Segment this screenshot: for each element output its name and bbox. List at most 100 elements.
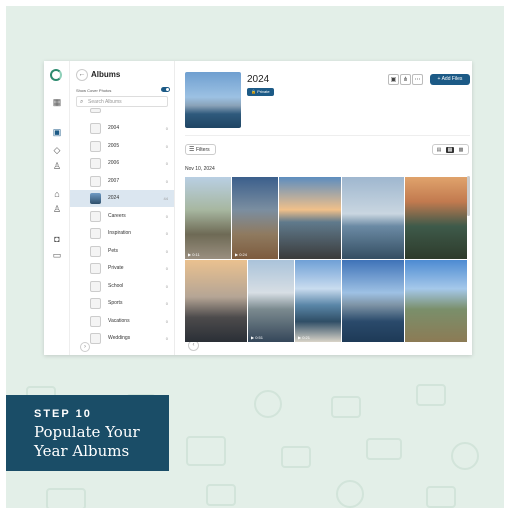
album-thumbnail: [90, 263, 101, 274]
album-thumbnail: [90, 108, 101, 113]
lock-button[interactable]: ▣: [388, 74, 399, 85]
album-count: 0: [165, 283, 168, 289]
album-thumbnail: [90, 140, 101, 152]
album-count: 0: [165, 161, 168, 166]
album-thumbnail: [90, 298, 101, 309]
album-view: 2024 🔒 Private ▣ ⋔ ⋯ + Add Files ☰ Filter…: [175, 61, 472, 355]
album-name: Sports: [108, 300, 123, 306]
album-thumbnail: [90, 175, 101, 187]
photo-tile[interactable]: [279, 177, 341, 259]
step-label: STEP 10: [34, 408, 92, 420]
album-name: Private: [108, 265, 124, 271]
person-icon[interactable]: ♙: [52, 161, 62, 171]
album-thumbnail: [90, 210, 101, 222]
tree-icon[interactable]: ⌂: [52, 189, 62, 199]
album-thumbnail: [90, 228, 101, 239]
photo-tile[interactable]: [405, 260, 467, 342]
albums-icon[interactable]: ▣: [52, 127, 62, 137]
share-button[interactable]: ⋔: [400, 74, 411, 85]
photo-tile[interactable]: [185, 260, 247, 342]
video-duration: ▶ 0:21: [298, 335, 310, 340]
nav-rail: ▦ ▣ ◇ ♙ ⌂ ♙ ◘ ▭: [44, 61, 70, 355]
photo-tile[interactable]: ▶ 0:21: [295, 260, 341, 342]
album-item[interactable]: Vacations 0: [70, 313, 174, 330]
album-thumbnail: [90, 245, 101, 257]
photo-tile[interactable]: [342, 177, 404, 259]
album-thumbnail: [90, 315, 101, 327]
album-name: Careers: [108, 212, 126, 219]
album-item[interactable]: 2004 0: [70, 120, 174, 137]
camera-icon[interactable]: ◘: [52, 234, 62, 244]
private-badge: 🔒 Private: [247, 88, 274, 96]
grid-view-icon[interactable]: ▦: [446, 147, 454, 153]
album-name: Inspiration: [108, 230, 132, 236]
album-count: 0: [165, 126, 168, 131]
album-count: 0: [165, 301, 168, 306]
people-icon[interactable]: ♙: [52, 204, 62, 214]
album-item[interactable]: School 0: [70, 278, 174, 295]
album-count: 0: [165, 318, 168, 324]
album-item[interactable]: Pets 0: [70, 243, 174, 260]
album-item[interactable]: 2024 44: [70, 190, 174, 207]
photo-tile[interactable]: [342, 260, 404, 342]
album-search-input[interactable]: ⌕ Search Albums: [76, 96, 168, 107]
app-logo[interactable]: [50, 69, 62, 81]
photo-tile[interactable]: ▶ 0:11: [185, 177, 231, 259]
album-item[interactable]: 2005 0: [70, 138, 174, 155]
photo-tile[interactable]: ▶ 0:24: [232, 177, 278, 259]
album-name: 2024: [108, 195, 120, 201]
album-thumbnail: [90, 123, 101, 134]
album-item[interactable]: Private 0: [70, 260, 174, 277]
album-name: Weddings: [108, 335, 131, 341]
back-arrow-icon[interactable]: ←: [76, 69, 88, 81]
app-window: ▦ ▣ ◇ ♙ ⌂ ♙ ◘ ▭ ← Albums Show Cover Photo…: [44, 61, 472, 355]
card-background: ▦ ▣ ◇ ♙ ⌂ ♙ ◘ ▭ ← Albums Show Cover Photo…: [6, 6, 504, 508]
album-thumbnail: [90, 158, 101, 169]
more-button[interactable]: ⋯: [412, 74, 423, 85]
view-switcher: ▤ ▦ ▩: [432, 144, 469, 155]
scrollbar[interactable]: [467, 176, 470, 216]
add-files-label: Add Files: [441, 76, 463, 82]
video-duration: ▶ 0:11: [188, 252, 200, 257]
album-name: Vacations: [108, 317, 130, 324]
panel-title: Albums: [91, 70, 121, 80]
album-count: 44: [163, 196, 168, 201]
filters-button[interactable]: ☰ Filters: [185, 144, 216, 155]
album-count: 0: [165, 213, 168, 219]
album-item[interactable]: 2006 0: [70, 155, 174, 172]
cover-photos-toggle[interactable]: [161, 87, 170, 92]
album-name: School: [108, 282, 124, 289]
add-files-button[interactable]: + Add Files: [430, 74, 470, 85]
album-item[interactable]: 2007 0: [70, 173, 174, 190]
tag-icon[interactable]: ◇: [52, 145, 62, 155]
photo-tile[interactable]: ▶ 0:51: [248, 260, 294, 342]
album-item[interactable]: Inspiration 0: [70, 225, 174, 242]
album-count: 0: [165, 266, 168, 271]
album-count: 0: [165, 248, 168, 254]
video-duration: ▶ 0:24: [235, 252, 247, 257]
album-item[interactable]: Careers 0: [70, 208, 174, 225]
step-caption: Populate Your Year Albums: [34, 423, 140, 460]
expand-rail-icon[interactable]: ›: [80, 342, 90, 352]
list-view-icon[interactable]: ▤: [435, 147, 443, 153]
album-count: 0: [165, 178, 168, 184]
large-grid-icon[interactable]: ▩: [457, 147, 465, 153]
photos-icon[interactable]: ▦: [52, 97, 62, 107]
date-header: Nov 10, 2024: [185, 166, 215, 172]
album-name: 2006: [108, 160, 120, 166]
album-name: Pets: [108, 247, 119, 254]
show-cover-photos-label: Show Cover Photos: [76, 88, 112, 93]
video-duration: ▶ 0:51: [251, 335, 263, 340]
album-name: 2004: [108, 125, 120, 131]
photo-tile[interactable]: [405, 177, 467, 259]
albums-panel: ← Albums Show Cover Photos ⌕ Search Album…: [70, 61, 199, 355]
album-item[interactable]: Sports 0: [70, 295, 174, 312]
step-banner: STEP 10 Populate Your Year Albums: [6, 395, 169, 471]
inbox-icon[interactable]: ▭: [52, 250, 62, 260]
show-cover-photos-row: Show Cover Photos: [76, 87, 170, 93]
album-thumbnail: [90, 193, 101, 204]
album-name: 2007: [108, 177, 120, 184]
album-list-item-partial: [70, 108, 174, 114]
sliders-icon: ☰: [189, 147, 195, 153]
album-thumbnail: [90, 333, 101, 344]
